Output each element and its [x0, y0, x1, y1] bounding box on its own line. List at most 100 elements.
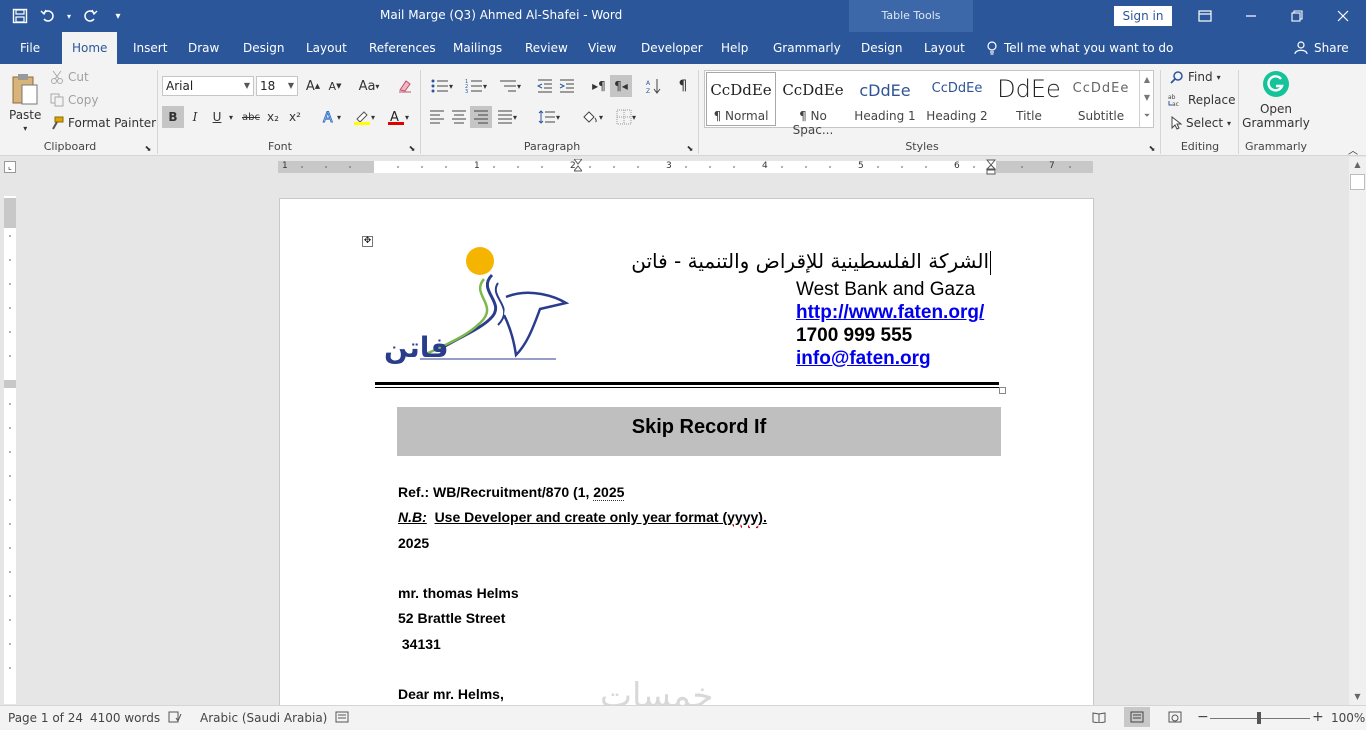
- underline-dropdown-icon[interactable]: ▾: [225, 106, 237, 128]
- tab-review[interactable]: Review: [515, 32, 578, 64]
- italic-button[interactable]: I: [184, 106, 206, 128]
- email-link[interactable]: info@faten.org: [796, 348, 931, 370]
- open-grammarly-button[interactable]: Open Grammarly: [1242, 70, 1310, 130]
- minimize-icon[interactable]: [1228, 0, 1274, 32]
- macro-recording-icon[interactable]: [335, 711, 349, 726]
- font-launcher-icon[interactable]: ⬊: [406, 142, 418, 154]
- tell-me-search[interactable]: Tell me what you want to do: [986, 41, 1173, 55]
- save-icon[interactable]: [8, 4, 32, 28]
- grow-font-button[interactable]: A ▲: [302, 75, 324, 97]
- change-case-button[interactable]: Aa ▾: [354, 75, 384, 97]
- tab-table-design[interactable]: Design: [851, 32, 912, 64]
- style-heading-1[interactable]: cDdEe Heading 1: [849, 71, 921, 127]
- multilevel-list-button[interactable]: ▾: [494, 75, 526, 97]
- tab-mailings[interactable]: Mailings: [443, 32, 512, 64]
- tab-help[interactable]: Help: [711, 32, 758, 64]
- document-page[interactable]: فاتن الشركة الفلسطينية للإقراض والتنمية …: [279, 198, 1094, 718]
- vertical-ruler[interactable]: [4, 196, 16, 704]
- tab-draw[interactable]: Draw: [178, 32, 229, 64]
- superscript-button[interactable]: x²: [284, 106, 306, 128]
- indent-marker-icon[interactable]: [572, 158, 584, 173]
- paste-button[interactable]: Paste ▾: [9, 72, 41, 133]
- format-painter-button[interactable]: Format Painter: [50, 116, 156, 130]
- more-styles-icon[interactable]: ⏷: [1140, 107, 1154, 125]
- find-button[interactable]: Find ▾: [1170, 70, 1221, 84]
- replace-button[interactable]: ab ac Replace: [1168, 93, 1235, 107]
- scroll-up-icon[interactable]: ▲: [1349, 157, 1366, 173]
- tab-insert[interactable]: Insert: [123, 32, 177, 64]
- increase-indent-icon[interactable]: [556, 75, 578, 97]
- right-indent-marker-icon[interactable]: [985, 159, 997, 175]
- style-title[interactable]: DdEe Title: [993, 71, 1065, 127]
- justify-button[interactable]: ▾: [492, 106, 522, 128]
- table-move-handle-icon[interactable]: ✥: [362, 236, 373, 247]
- borders-button[interactable]: ▾: [610, 106, 642, 128]
- subscript-button[interactable]: x₂: [262, 106, 284, 128]
- tab-developer[interactable]: Developer: [631, 32, 713, 64]
- restore-icon[interactable]: [1274, 0, 1320, 32]
- align-center-icon[interactable]: [448, 106, 470, 128]
- strikethrough-button[interactable]: abc: [240, 106, 262, 128]
- line-spacing-button[interactable]: ▾: [534, 106, 564, 128]
- tab-home[interactable]: Home: [62, 32, 117, 64]
- ribbon-display-options-icon[interactable]: [1182, 0, 1228, 32]
- sign-in-button[interactable]: Sign in: [1114, 6, 1172, 26]
- undo-icon[interactable]: [36, 4, 60, 28]
- tab-table-layout[interactable]: Layout: [914, 32, 975, 64]
- tab-layout[interactable]: Layout: [296, 32, 357, 64]
- vertical-scrollbar[interactable]: ▲ ▼: [1349, 157, 1366, 705]
- share-button[interactable]: Share: [1294, 41, 1349, 55]
- customize-toolbar-icon[interactable]: ▾: [106, 4, 130, 28]
- redo-icon[interactable]: [78, 4, 102, 28]
- horizontal-ruler[interactable]: 1 1 2 3 4 5 6 7: [278, 158, 1093, 175]
- text-effects-button[interactable]: A ▾: [316, 106, 346, 128]
- year-line[interactable]: 2025: [398, 535, 429, 551]
- zoom-slider-knob[interactable]: [1257, 712, 1261, 724]
- sort-icon[interactable]: AZ: [642, 75, 664, 97]
- align-left-icon[interactable]: [426, 106, 448, 128]
- company-arabic-title[interactable]: الشركة الفلسطينية للإقراض والتنمية - فات…: [631, 249, 989, 273]
- highlight-button[interactable]: ▾: [348, 106, 380, 128]
- show-formatting-marks-icon[interactable]: ¶: [672, 75, 694, 97]
- chevron-up-icon[interactable]: ▲: [1140, 71, 1154, 89]
- read-mode-icon[interactable]: [1092, 711, 1106, 726]
- zoom-in-icon[interactable]: +: [1312, 709, 1324, 725]
- font-size-combo[interactable]: 18 ▼: [256, 76, 298, 96]
- clipboard-launcher-icon[interactable]: ⬊: [142, 142, 154, 154]
- decrease-indent-icon[interactable]: [534, 75, 556, 97]
- reference-year-field[interactable]: 2025: [593, 484, 625, 501]
- styles-launcher-icon[interactable]: ⬊: [1146, 142, 1158, 154]
- paragraph-launcher-icon[interactable]: ⬊: [684, 142, 696, 154]
- font-color-button[interactable]: A ▾: [382, 106, 414, 128]
- proofing-icon[interactable]: [168, 711, 182, 726]
- select-button[interactable]: Select ▾: [1170, 116, 1231, 130]
- print-layout-icon[interactable]: [1124, 707, 1150, 727]
- tab-design[interactable]: Design: [233, 32, 294, 64]
- web-layout-icon[interactable]: [1168, 711, 1182, 726]
- bullets-button[interactable]: ▾: [426, 75, 458, 97]
- scroll-thumb[interactable]: [1350, 174, 1365, 190]
- undo-dropdown-icon[interactable]: ▾: [64, 4, 74, 28]
- tab-view[interactable]: View: [578, 32, 626, 64]
- table-resize-handle[interactable]: [999, 387, 1006, 394]
- rtl-direction-icon[interactable]: ¶◂: [610, 75, 632, 97]
- copy-button[interactable]: Copy: [50, 93, 98, 107]
- tab-file[interactable]: File: [10, 32, 50, 64]
- style-normal[interactable]: CcDdEe ¶ Normal: [705, 71, 777, 127]
- cut-button[interactable]: Cut: [50, 70, 89, 84]
- close-icon[interactable]: [1320, 0, 1366, 32]
- shrink-font-button[interactable]: A ▼: [324, 75, 346, 97]
- shading-button[interactable]: ▾: [576, 106, 608, 128]
- zoom-out-icon[interactable]: −: [1197, 709, 1209, 725]
- tab-references[interactable]: References: [359, 32, 446, 64]
- website-link[interactable]: http://www.faten.org/: [796, 302, 984, 324]
- clear-formatting-icon[interactable]: [394, 75, 416, 97]
- language-indicator[interactable]: Arabic (Saudi Arabia): [200, 711, 327, 725]
- bold-button[interactable]: B: [162, 106, 184, 128]
- align-right-icon[interactable]: [470, 106, 492, 128]
- scroll-down-icon[interactable]: ▼: [1349, 689, 1366, 705]
- numbering-button[interactable]: 1 2 3 ▾: [460, 75, 492, 97]
- style-heading-2[interactable]: CcDdEe Heading 2: [921, 71, 993, 127]
- word-count[interactable]: 4100 words: [90, 711, 160, 725]
- tab-grammarly[interactable]: Grammarly: [763, 32, 851, 64]
